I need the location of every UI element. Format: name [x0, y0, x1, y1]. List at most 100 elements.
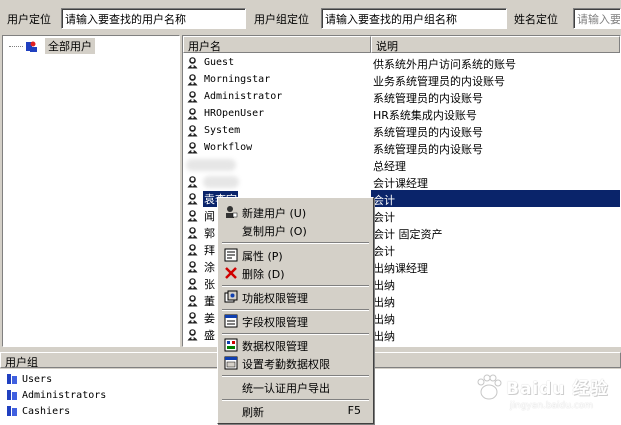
menu-item-field-permission[interactable]: 字段权限管理: [220, 312, 371, 330]
menu-item-new-user[interactable]: 新建用户 (U): [220, 203, 371, 221]
cell-description: 会计: [373, 194, 395, 207]
table-row[interactable]: Workflow 系统管理员的内设账号: [183, 139, 620, 156]
baidu-watermark: Baidu 经验 jingyan.baidu.com: [470, 368, 620, 423]
menu-separator: [222, 285, 369, 287]
delete-icon: [225, 267, 237, 279]
user-icon: [187, 142, 198, 154]
table-row[interactable]: Guest 供系统外用户访问系统的账号: [183, 54, 620, 71]
menu-item-refresh[interactable]: 刷新 F5: [220, 402, 371, 420]
search-bar: 用户定位 请输入要查找的用户名称 用户组定位 请输入要查找的用户组名称 姓名定位…: [0, 0, 621, 34]
user-icon: [187, 312, 198, 324]
cell-username: 郭: [186, 225, 216, 240]
column-header-username[interactable]: 用户名: [183, 36, 371, 53]
cell-username: 姜: [186, 310, 216, 325]
cell-username: 盛: [186, 327, 216, 342]
menu-item-export-users[interactable]: 统一认证用户导出: [220, 378, 371, 396]
user-icon: [187, 244, 198, 256]
cell-description: 系统管理员的内设账号: [373, 126, 483, 139]
menu-item-properties[interactable]: 属性 (P): [220, 246, 371, 264]
row-username: 盛: [204, 328, 215, 342]
menu-item-data-permission[interactable]: 数据权限管理: [220, 336, 371, 354]
user-icon: [187, 108, 198, 120]
group-item-administrators[interactable]: Administrators: [6, 387, 106, 403]
row-username: 拜: [204, 243, 215, 257]
cell-username: System: [186, 123, 241, 138]
cell-description: 出纳课经理: [373, 262, 428, 275]
menu-item-attendance-permission[interactable]: 设置考勤数据权限: [220, 354, 371, 372]
cell-description: 出纳: [373, 330, 395, 343]
user-icon: [187, 91, 198, 103]
group-item-cashiers[interactable]: Cashiers: [6, 403, 70, 419]
user-icon: [187, 210, 198, 222]
cell-username: 董: [186, 293, 216, 308]
tree-item-all-users[interactable]: 全部用户: [9, 38, 95, 54]
row-username: 张: [204, 277, 215, 291]
table-row[interactable]: Morningstar 业务系统管理员的内设账号: [183, 71, 620, 88]
user-icon: [187, 278, 198, 290]
cell-description: 供系统外用户访问系统的账号: [373, 58, 516, 71]
cell-description: 业务系统管理员的内设账号: [373, 75, 505, 88]
user-search-input[interactable]: 请输入要查找的用户名称: [61, 8, 246, 29]
cell-description: 出纳: [373, 296, 395, 309]
row-username: Guest: [204, 57, 235, 68]
user-icon: [187, 57, 198, 69]
paw-logo-icon: [477, 374, 502, 400]
table-row[interactable]: System 系统管理员的内设账号: [183, 122, 620, 139]
cell-description: HR系统集成内设账号: [373, 109, 477, 122]
cell-description: 会计: [373, 245, 395, 258]
menu-separator: [222, 309, 369, 311]
row-username: 闻: [204, 209, 215, 223]
cell-username: 张: [186, 276, 216, 291]
group-search-input[interactable]: 请输入要查找的用户组名称: [321, 8, 507, 29]
row-username: System: [204, 125, 241, 136]
context-menu: 新建用户 (U) 复制用户 (O) 属性 (P) 删除 (D) 功能权限管理 字…: [217, 197, 374, 424]
user-icon: [187, 125, 198, 137]
group-item-users[interactable]: Users: [6, 371, 52, 387]
user-icon: [187, 74, 198, 86]
cell-description: 系统管理员的内设账号: [373, 92, 483, 105]
user-icon: [187, 329, 198, 341]
field-permission-icon: [224, 314, 238, 328]
table-row[interactable]: 总经理: [183, 156, 620, 173]
cell-username: 涂: [186, 259, 216, 274]
cell-description: 出纳: [373, 279, 395, 292]
cell-username: 拜: [186, 242, 216, 257]
menu-item-delete[interactable]: 删除 (D): [220, 264, 371, 282]
row-username: Workflow: [204, 142, 253, 153]
tree-item-label: 全部用户: [45, 38, 95, 54]
name-search-input[interactable]: 请输入要: [573, 8, 621, 29]
menu-separator: [222, 375, 369, 377]
cell-description: 总经理: [373, 160, 406, 173]
group-icon: [7, 374, 17, 384]
menu-item-function-permission[interactable]: 功能权限管理: [220, 288, 371, 306]
data-permission-icon: [224, 338, 238, 352]
user-search-label: 用户定位: [7, 13, 51, 26]
row-username: Administrator: [204, 91, 283, 102]
cell-username: 闻: [186, 208, 216, 223]
row-username: Morningstar: [204, 74, 271, 85]
user-icon: [187, 176, 198, 188]
cell-description: 系统管理员的内设账号: [373, 143, 483, 156]
cell-username: Guest: [186, 55, 235, 70]
cell-description: 会计 固定资产: [373, 228, 443, 241]
user-icon: [187, 193, 198, 205]
cell-description: 出纳: [373, 313, 395, 326]
cell-username: Workflow: [186, 140, 253, 155]
cell-username: [186, 157, 236, 172]
user-icon: [187, 227, 198, 239]
table-row[interactable]: Administrator 系统管理员的内设账号: [183, 88, 620, 105]
menu-separator: [222, 333, 369, 335]
row-username: 郭: [204, 226, 215, 240]
row-username: 涂: [204, 260, 215, 274]
user-tree: 全部用户: [2, 35, 180, 347]
table-row[interactable]: HROpenUser HR系统集成内设账号: [183, 105, 620, 122]
table-row[interactable]: 会计课经理: [183, 173, 620, 190]
column-header-description[interactable]: 说明: [371, 36, 620, 53]
group-icon: [7, 390, 17, 400]
cell-username: Administrator: [186, 89, 283, 104]
menu-item-copy-user[interactable]: 复制用户 (O): [220, 221, 371, 239]
cell-description: 会计: [373, 211, 395, 224]
user-group-icon: [26, 41, 37, 52]
row-username: HROpenUser: [204, 108, 265, 119]
group-icon: [7, 406, 17, 416]
